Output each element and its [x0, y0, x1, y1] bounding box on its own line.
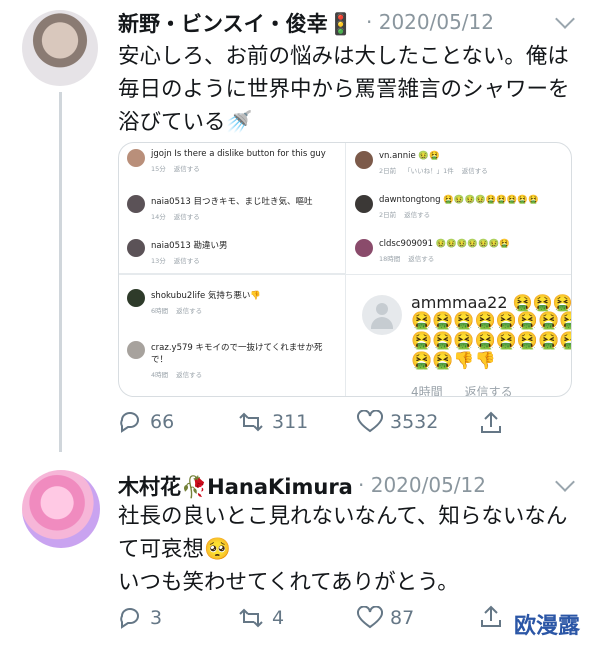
- avatar: [127, 149, 145, 167]
- comment-item: craz.y579 キモイので一抜けてくれませか死で！ 4時間 返信する: [127, 341, 337, 379]
- comment-user: ammmaa22 🤮🤮🤮: [411, 293, 572, 312]
- thread-line: [59, 92, 62, 452]
- comment-item: vn.annie 🤢🤮 2日前 「いいね！」1件 返信する: [355, 151, 496, 175]
- reply-button[interactable]: 66: [118, 410, 174, 434]
- comment-item: cldsc909091 🤢🤢🤢🤢🤢🤢🤮 18時間 返信する: [355, 239, 510, 263]
- comment-item: jgojn Is there a dislike button for this…: [127, 149, 326, 173]
- comment-emoji: 🤮🤮🤮🤮🤮🤮🤮🤮🤮🤮🤮🤮🤮🤮🤮🤮🤮🤮👎👎: [411, 311, 572, 371]
- tweet-date[interactable]: · 2020/05/12: [358, 473, 486, 497]
- like-button[interactable]: 87: [356, 606, 414, 630]
- tweet-date[interactable]: · 2020/05/12: [366, 10, 494, 34]
- share-icon: [481, 605, 501, 627]
- avatar[interactable]: [22, 470, 100, 548]
- avatar: [127, 289, 145, 307]
- comment-meta: 4時間 返信する: [411, 385, 513, 397]
- reply-icon: [120, 412, 139, 433]
- chevron-down-icon[interactable]: [555, 472, 575, 492]
- retweet-button[interactable]: 311: [236, 410, 308, 434]
- share-icon: [481, 411, 501, 433]
- avatar: [355, 151, 373, 169]
- tweet-text: 社長の良いとこ見れないなんて、知らないなんて可哀想🥺 いつも笑わせてくれてありが…: [118, 504, 568, 595]
- retweet-button[interactable]: 4: [236, 606, 284, 630]
- avatar: [127, 195, 145, 213]
- reply-icon: [120, 608, 139, 629]
- tweet-media[interactable]: jgojn Is there a dislike button for this…: [118, 142, 572, 397]
- heart-icon: [357, 606, 383, 629]
- avatar[interactable]: [22, 10, 98, 86]
- share-button[interactable]: [478, 604, 510, 630]
- avatar: [355, 239, 373, 257]
- chevron-down-icon[interactable]: [555, 9, 575, 29]
- avatar: [127, 239, 145, 257]
- avatar: [127, 341, 145, 359]
- comment-item: shokubu2life 気持ち悪い👎 6時間 返信する: [127, 289, 261, 315]
- avatar: [362, 295, 402, 335]
- comment-item: dawntongtong 🤮🤢🤢🤢🤮🤮🤮🤮🤮 2日前 返信する: [355, 195, 539, 219]
- watermark: 欧漫露: [514, 614, 581, 639]
- share-button[interactable]: [478, 410, 510, 436]
- retweet-icon: [239, 412, 263, 432]
- heart-icon: [357, 410, 383, 433]
- comment-item: naia0513 勘違い男 13分 返信する: [127, 239, 228, 265]
- reply-button[interactable]: 3: [118, 606, 162, 630]
- display-name[interactable]: 新野・ビンスイ・俊幸🚦: [118, 8, 354, 38]
- retweet-icon: [239, 608, 263, 628]
- comment-item: naia0513 目つきキモ、まじ吐き気、嘔吐 14分 返信する: [127, 195, 313, 221]
- display-name[interactable]: 木村花🥀HanaKimura: [118, 471, 353, 501]
- avatar: [355, 195, 373, 213]
- tweet-text: 安心しろ、お前の悩みは大したことない。俺は毎日のように世界中から罵詈雑言のシャワ…: [118, 44, 570, 135]
- like-button[interactable]: 3532: [356, 410, 438, 434]
